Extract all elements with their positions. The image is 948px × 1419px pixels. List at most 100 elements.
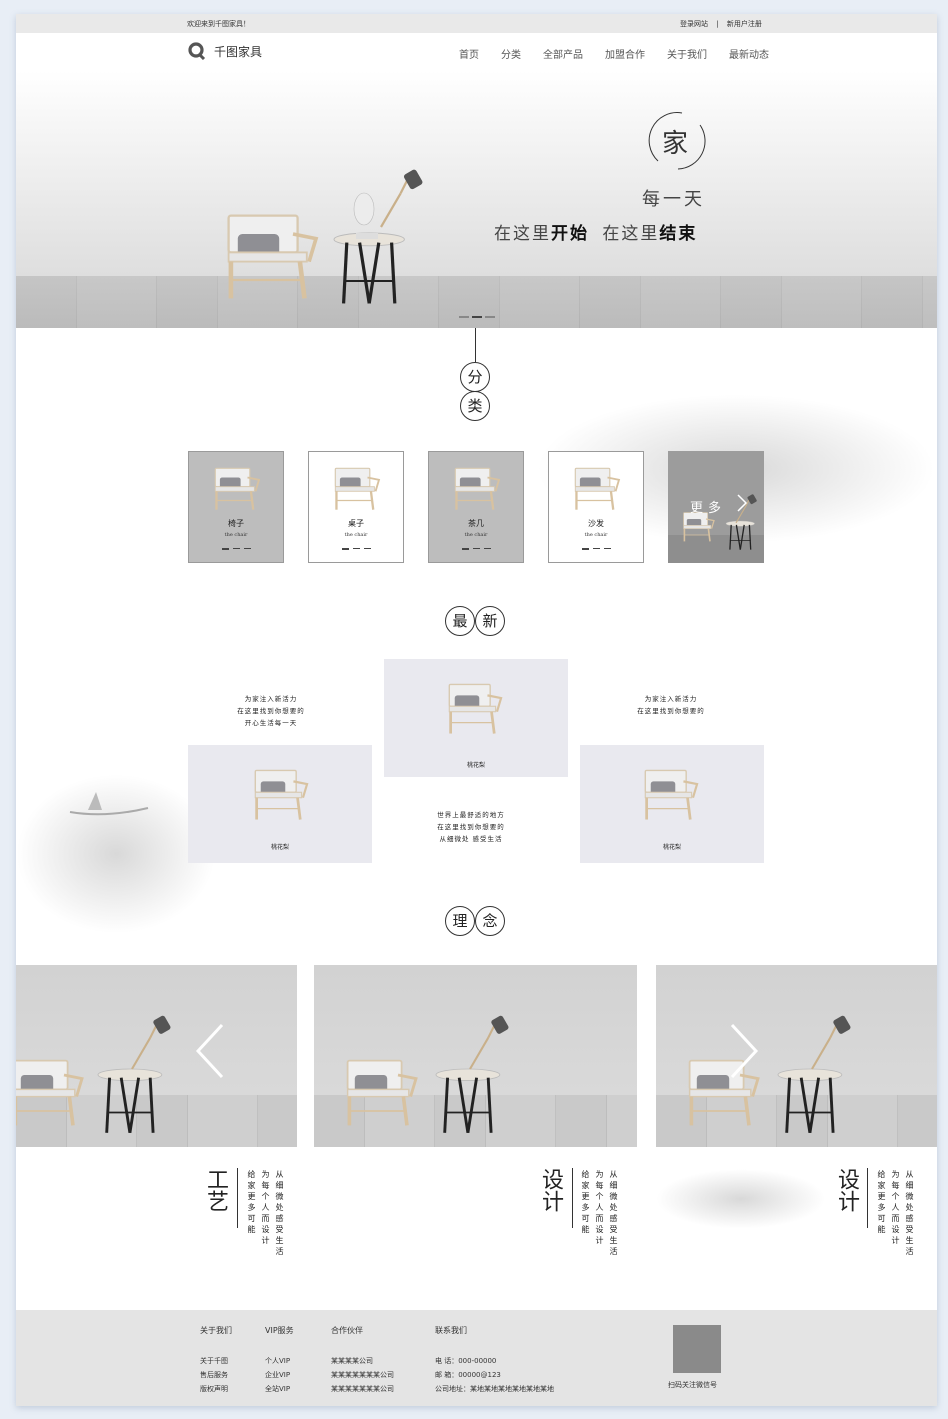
- category-name: 椅子: [228, 519, 244, 528]
- footer-link[interactable]: 某某某某公司: [331, 1354, 394, 1368]
- carousel-dot-1[interactable]: [459, 316, 469, 318]
- hero-every-day: 每一天: [642, 189, 705, 210]
- footer-head: 联系我们: [435, 1326, 467, 1335]
- footer-head: 合作伙伴: [331, 1326, 363, 1335]
- footer-vip: VIP服务 个人VIP 企业VIP 全站VIP: [265, 1325, 294, 1396]
- hero-tagline: 在这里开始 在这里结束: [494, 219, 697, 244]
- footer-link[interactable]: 全站VIP: [265, 1382, 294, 1396]
- nav-about[interactable]: 关于我们: [667, 46, 707, 61]
- concept-line: 给家更多可能: [247, 1170, 256, 1236]
- account-links: 登录网站 | 新用户注册: [680, 19, 762, 29]
- main-nav: 首页 分类 全部产品 加盟合作 关于我们 最新动态: [459, 46, 791, 61]
- logo-text: 千图家具: [214, 44, 263, 59]
- newest-text-right: 为家注入新活力 在这里找到你想要的: [611, 693, 731, 717]
- concept-title-2: 设计: [538, 1168, 563, 1212]
- nav-category[interactable]: 分类: [501, 46, 521, 61]
- chair-thumbnail: [334, 467, 381, 511]
- text-line: 在这里找到你想要的: [437, 823, 505, 831]
- category-name: 茶几: [468, 519, 484, 528]
- concept-line: 从细微处感受生活: [275, 1170, 284, 1258]
- nav-all-products[interactable]: 全部产品: [543, 46, 583, 61]
- text-line: 为家注入新活力: [244, 695, 298, 703]
- footer-contact: 联系我们 电 话：000-00000 邮 箱：00000@123 公司地址：某地…: [435, 1325, 554, 1396]
- category-more-card[interactable]: 更多: [668, 451, 764, 563]
- text-line: 世界上最舒适的地方: [437, 811, 505, 819]
- boat-icon: [69, 792, 149, 816]
- category-card-chair[interactable]: 椅子 the chair: [188, 451, 284, 563]
- concept-line: 为每个人而设计: [595, 1170, 604, 1247]
- concept-line: 从细微处感受生活: [905, 1170, 914, 1258]
- category-name: 沙发: [588, 519, 604, 528]
- concept-scene: [687, 1013, 853, 1135]
- carousel-dot-2[interactable]: [472, 316, 482, 318]
- footer-partners: 合作伙伴 某某某某公司 某某某某某某某公司 某某某某某某某公司: [331, 1325, 394, 1396]
- category-sub: the chair: [344, 532, 368, 538]
- chair-thumbnail: [214, 467, 261, 511]
- footer-head: VIP服务: [265, 1326, 294, 1335]
- category-name: 桌子: [348, 519, 364, 528]
- section-line: [475, 328, 476, 362]
- chevron-right-icon: [737, 494, 748, 512]
- link-separator: |: [716, 20, 719, 28]
- footer-link[interactable]: 某某某某某某某公司: [331, 1382, 394, 1396]
- carousel-dot-3[interactable]: [485, 316, 495, 318]
- header: 千图家具 首页 分类 全部产品 加盟合作 关于我们 最新动态: [16, 33, 937, 71]
- hero-slogan: 家 每一天 在这里开始 在这里结束: [494, 111, 724, 251]
- concept-image-2: [314, 965, 637, 1147]
- hero-furniture-image: [216, 167, 425, 305]
- category-dashes: [222, 548, 255, 550]
- hero-floor: [16, 276, 937, 328]
- register-link[interactable]: 新用户注册: [727, 20, 762, 28]
- tagline-a: 在这里: [494, 224, 551, 244]
- footer: 关于我们 关于千图 售后服务 版权声明 VIP服务 个人VIP 企业VIP 全站…: [16, 1310, 937, 1406]
- concept-title-char-2: 念: [475, 906, 505, 936]
- category-card-tea-table[interactable]: 茶几 the chair: [428, 451, 524, 563]
- newest-product-right[interactable]: 桃花梨: [580, 745, 764, 863]
- newest-product-center[interactable]: 桃花梨: [384, 659, 568, 777]
- newest-title-char-1: 最: [445, 606, 475, 636]
- nav-home[interactable]: 首页: [459, 46, 479, 61]
- footer-link[interactable]: 版权声明: [200, 1382, 232, 1396]
- concept-image-1: [16, 965, 297, 1147]
- concept-divider: [237, 1168, 238, 1228]
- product-image: [253, 769, 309, 821]
- category-sub: the chair: [464, 532, 488, 538]
- category-dashes: [582, 548, 615, 550]
- page: 欢迎来到千图家具！ 登录网站 | 新用户注册 千图家具 首页 分类 全部产品 加…: [16, 14, 937, 1406]
- category-dashes: [342, 548, 375, 550]
- concept-line: 给家更多可能: [581, 1170, 590, 1236]
- concept-line: 从细微处感受生活: [609, 1170, 618, 1258]
- text-line: 开心生活每一天: [244, 719, 298, 727]
- chevron-right-icon[interactable]: [728, 1023, 760, 1079]
- carousel-dots: [459, 316, 498, 318]
- concept-title-1: 工艺: [203, 1168, 228, 1212]
- login-link[interactable]: 登录网站: [680, 20, 708, 28]
- logo-icon: [188, 42, 206, 60]
- nav-news[interactable]: 最新动态: [729, 46, 769, 61]
- logo[interactable]: 千图家具: [188, 42, 262, 60]
- concept-title-char-1: 理: [445, 906, 475, 936]
- product-caption: 桃花梨: [662, 844, 681, 851]
- qr-caption: 扫码关注微信号: [668, 1381, 717, 1389]
- nav-franchise[interactable]: 加盟合作: [605, 46, 645, 61]
- hero-jia-text: 家: [662, 129, 689, 159]
- text-line: 从细微处 感受生活: [439, 835, 503, 843]
- footer-link[interactable]: 关于千图: [200, 1354, 232, 1368]
- concept-divider: [572, 1168, 573, 1228]
- hero-banner: 家 每一天 在这里开始 在这里结束: [16, 71, 937, 328]
- footer-link[interactable]: 售后服务: [200, 1368, 232, 1382]
- product-caption: 桃花梨: [270, 844, 289, 851]
- concept-scene: [345, 1013, 511, 1135]
- text-line: 在这里找到你想要的: [237, 707, 305, 715]
- newest-text-middle: 世界上最舒适的地方 在这里找到你想要的 从细微处 感受生活: [406, 809, 536, 845]
- footer-link[interactable]: 个人VIP: [265, 1354, 294, 1368]
- category-card-desk[interactable]: 桌子 the chair: [308, 451, 404, 563]
- footer-link[interactable]: 某某某某某某某公司: [331, 1368, 394, 1382]
- category-card-sofa[interactable]: 沙发 the chair: [548, 451, 644, 563]
- footer-phone: 电 话：000-00000: [435, 1357, 497, 1365]
- text-line: 在这里找到你想要的: [637, 707, 705, 715]
- chair-thumbnail: [574, 467, 621, 511]
- footer-link[interactable]: 企业VIP: [265, 1368, 294, 1382]
- newest-product-left[interactable]: 桃花梨: [188, 745, 372, 863]
- chevron-left-icon[interactable]: [194, 1023, 226, 1079]
